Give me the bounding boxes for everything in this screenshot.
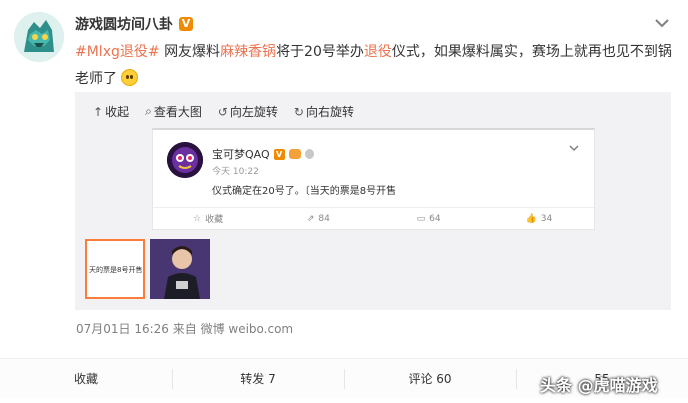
embedded-avatar — [167, 142, 203, 178]
rotate-right-label: 向右旋转 — [305, 105, 354, 119]
embedded-author: 宝可梦QAQ V — [212, 146, 314, 162]
comment-icon: ▭ — [416, 213, 426, 224]
view-large-label: 查看大图 — [153, 105, 202, 119]
rotate-right-icon: ↻ — [293, 104, 304, 119]
emoji-icon — [121, 69, 139, 86]
embedded-author-name: 宝可梦QAQ — [212, 148, 270, 161]
star-icon: ☆ — [193, 213, 202, 224]
media-box: ↑ 收起 ⌕ 查看大图 ↺ 向左旋转 ↻ 向右旋转 宝可梦QAQ V 今天 10… — [75, 92, 671, 310]
keyword-link[interactable]: 麻辣香锅 — [220, 44, 276, 60]
thumbnail-text: 天的票是8号开售 — [89, 266, 143, 274]
media-toolbar: ↑ 收起 ⌕ 查看大图 ↺ 向左旋转 ↻ 向右旋转 — [93, 103, 354, 120]
embedded-text: 仪式确定在20号了。〔当天的票是8号开售 — [212, 186, 397, 197]
embedded-screenshot[interactable]: 宝可梦QAQ V 今天 10:22 仪式确定在20号了。〔当天的票是8号开售 ☆… — [152, 128, 595, 230]
author-avatar[interactable] — [14, 12, 64, 62]
collapse-label: 收起 — [105, 105, 130, 119]
collapse-button[interactable]: ↑ 收起 — [93, 103, 129, 120]
embedded-collect-label: 收藏 — [205, 215, 224, 225]
embedded-like-count: 34 — [540, 213, 553, 224]
verified-badge-icon: V — [179, 17, 193, 31]
embedded-collect: ☆ 收藏 — [153, 208, 263, 229]
post-text-segment: 将于20号举办 — [276, 44, 364, 60]
rotate-right-button[interactable]: ↻ 向右旋转 — [294, 103, 354, 120]
comment-button[interactable]: 评论 60 — [344, 359, 516, 398]
embedded-actions: ☆ 收藏 ⇗ 84 ▭ 64 👍 34 — [153, 207, 594, 229]
thumbnail-photo[interactable] — [150, 239, 210, 299]
magnifier-icon: ⌕ — [145, 104, 152, 118]
post-text: #Mlxg退役# 网友爆料麻辣香锅将于20号举办退役仪式，如果爆料属实，赛场上就… — [75, 39, 675, 93]
medal-icon — [304, 149, 314, 159]
rotate-left-button[interactable]: ↺ 向左旋转 — [218, 103, 278, 120]
embedded-like: 👍 34 — [484, 208, 594, 229]
post-text-segment: 网友爆料 — [164, 44, 221, 60]
embedded-time: 今天 10:22 — [212, 167, 259, 177]
arrow-up-icon: ↑ — [93, 104, 104, 119]
forward-button[interactable]: 转发 7 — [172, 359, 344, 398]
thumbs-up-icon: 👍 — [525, 213, 537, 224]
comment-label: 评论 60 — [408, 372, 452, 386]
author-name-text[interactable]: 游戏圆坊间八卦 — [75, 14, 173, 34]
embedded-comment-count: 64 — [429, 213, 441, 224]
collect-label: 收藏 — [73, 372, 98, 386]
rotate-left-label: 向左旋转 — [229, 105, 278, 119]
topic-link[interactable]: #Mlxg退役# — [75, 44, 160, 60]
keyword-link[interactable]: 退役 — [364, 44, 392, 60]
forward-icon: ⇗ — [306, 213, 315, 224]
view-large-button[interactable]: ⌕ 查看大图 — [145, 103, 202, 120]
post-meta: 07月01日 16:26 来自 微博 weibo.com — [76, 322, 294, 336]
chevron-down-icon — [569, 145, 579, 152]
embedded-comment: ▭ 64 — [374, 208, 484, 229]
thumbnail-screenshot[interactable]: 天的票是8号开售 — [85, 239, 145, 299]
chevron-down-icon[interactable] — [652, 16, 672, 30]
embedded-forward-count: 84 — [318, 213, 330, 224]
verified-badge-icon: V — [273, 148, 285, 160]
rotate-left-icon: ↺ — [217, 104, 228, 119]
watermark: 头条 @虎喵游戏 — [540, 376, 658, 395]
embedded-forward: ⇗ 84 — [263, 208, 373, 229]
author-name[interactable]: 游戏圆坊间八卦 V — [75, 14, 193, 34]
collect-button[interactable]: 收藏 — [0, 359, 172, 398]
forward-label: 转发 7 — [240, 372, 276, 386]
vip-icon — [288, 149, 301, 159]
thumbnail-strip: 天的票是8号开售 — [85, 239, 210, 299]
